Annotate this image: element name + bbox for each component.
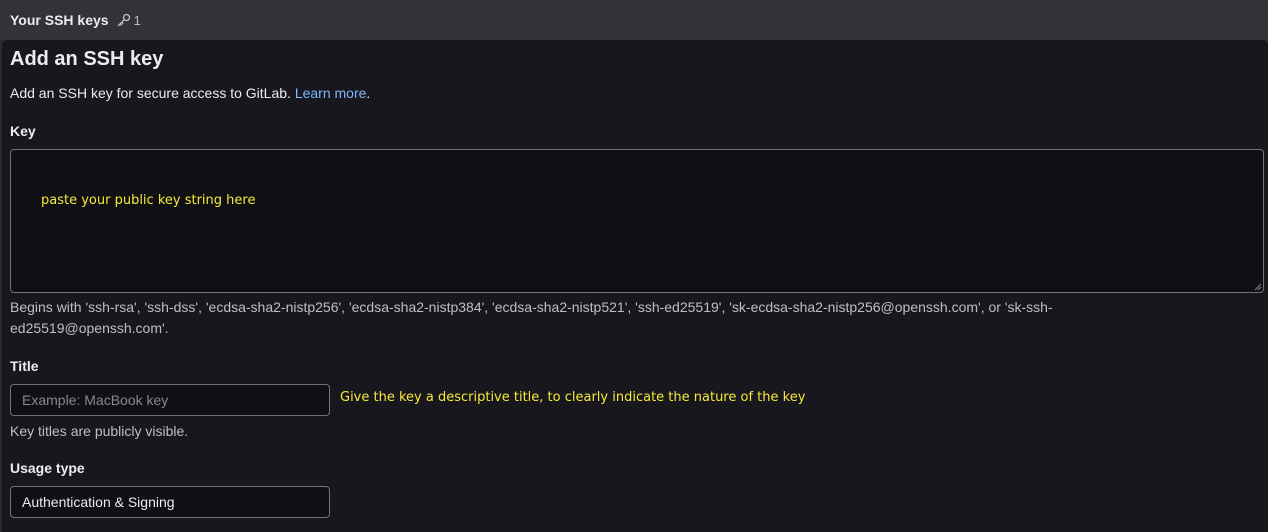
resize-handle-icon[interactable] — [1254, 283, 1262, 291]
intro-description: Add an SSH key for secure access to GitL… — [10, 85, 295, 101]
key-label: Key — [10, 123, 36, 139]
key-help-text: Begins with 'ssh-rsa', 'ssh-dss', 'ecdsa… — [10, 299, 1053, 336]
key-icon — [117, 13, 130, 27]
intro-text: Add an SSH key for secure access to GitL… — [10, 85, 370, 101]
key-textarea[interactable]: paste your public key string here — [10, 149, 1264, 293]
usage-type-value: Authentication & Signing — [22, 494, 175, 510]
title-input[interactable] — [10, 384, 330, 416]
key-annotation: paste your public key string here — [41, 193, 256, 208]
title-help-text: Key titles are publicly visible. — [10, 423, 189, 439]
intro-period: . — [366, 85, 371, 101]
page-header: Your SSH keys 1 — [0, 0, 1268, 40]
key-count-badge: 1 — [117, 13, 141, 28]
usage-type-select[interactable]: Authentication & Signing — [10, 486, 330, 518]
usage-type-label: Usage type — [10, 460, 85, 476]
key-count-value: 1 — [133, 12, 141, 28]
learn-more-link[interactable]: Learn more — [295, 85, 367, 101]
header-title: Your SSH keys — [10, 12, 109, 28]
page-title: Add an SSH key — [10, 48, 164, 70]
add-ssh-key-panel: Add an SSH key Add an SSH key for secure… — [2, 40, 1268, 532]
title-annotation: Give the key a descriptive title, to cle… — [340, 390, 806, 405]
title-label: Title — [10, 358, 39, 374]
